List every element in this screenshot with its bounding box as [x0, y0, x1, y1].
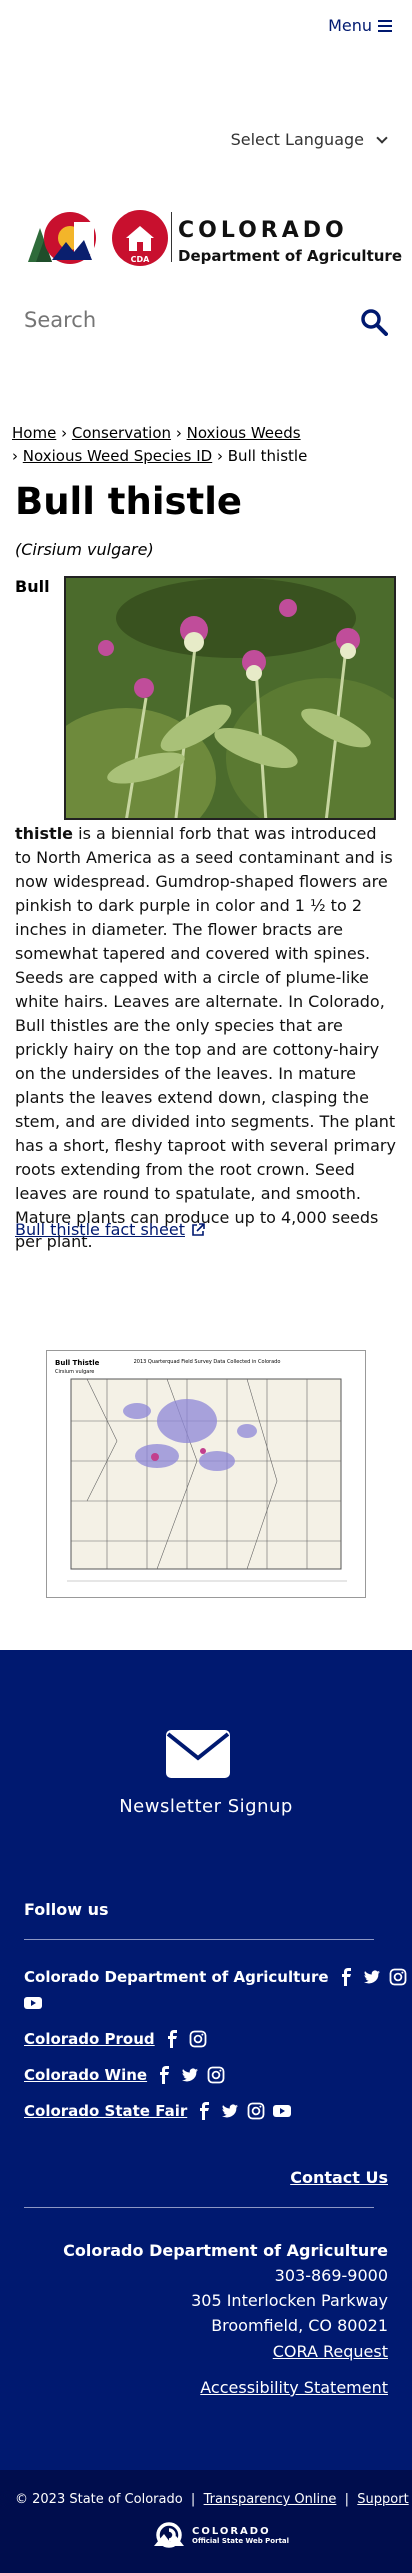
phone-number[interactable]: 303-869-9000	[63, 2263, 388, 2288]
legal-links: © 2023 State of Colorado | Transparency …	[15, 2492, 409, 2507]
breadcrumb-current: Bull thistle	[227, 447, 308, 465]
breadcrumb-home[interactable]: Home	[12, 424, 56, 442]
instagram-icon[interactable]	[207, 2066, 225, 2084]
site-footer: Newsletter Signup Follow us Colorado Dep…	[0, 1650, 412, 2573]
youtube-icon[interactable]	[273, 2102, 292, 2120]
cora-request-link[interactable]: CORA Request	[273, 2342, 388, 2361]
chevron-down-icon	[376, 131, 388, 144]
breadcrumb-species-id[interactable]: Noxious Weed Species ID	[23, 447, 212, 465]
article-body-text: is a biennial forb that was introduced t…	[15, 824, 396, 1251]
instagram-icon[interactable]	[389, 1968, 407, 1986]
instagram-icon[interactable]	[247, 2102, 265, 2120]
fact-sheet-label: Bull thistle fact sheet	[15, 1220, 185, 1239]
logo-badge: CDA	[131, 255, 151, 264]
external-link-icon	[192, 1222, 205, 1236]
breadcrumb-conservation[interactable]: Conservation	[72, 424, 171, 442]
lead-bold-word: Bull	[15, 577, 50, 596]
logo-subtitle: Department of Agriculture	[178, 247, 402, 265]
breadcrumb-separator: ›	[175, 424, 182, 442]
bull-thistle-photo	[64, 576, 396, 820]
twitter-icon[interactable]	[221, 2102, 239, 2120]
fact-sheet-link[interactable]: Bull thistle fact sheet	[15, 1220, 205, 1239]
facebook-icon[interactable]	[155, 2066, 173, 2084]
menu-label: Menu	[328, 16, 372, 35]
social-group-colorado-proud: Colorado Proud	[24, 2030, 207, 2048]
menu-button[interactable]: Menu	[328, 16, 392, 35]
language-bar: Select Language	[0, 52, 412, 170]
hamburger-icon	[378, 17, 392, 35]
transparency-online-link[interactable]: Transparency Online	[204, 2492, 337, 2507]
search-icon[interactable]	[360, 308, 388, 340]
support-link[interactable]: Support	[357, 2492, 408, 2507]
map-header: 2013 Quarterquad Field Survey Data Colle…	[134, 1359, 281, 1365]
follow-us-heading: Follow us	[24, 1900, 109, 1919]
accessibility-statement-link[interactable]: Accessibility Statement	[200, 2378, 388, 2397]
colorado-c-logo-icon: CDA	[28, 210, 172, 266]
copyright-text: © 2023 State of Colorado	[15, 2492, 183, 2507]
envelope-icon[interactable]	[166, 1730, 230, 1782]
logo-title: COLORADO	[178, 218, 348, 243]
social-group-link[interactable]: Colorado Wine	[24, 2066, 147, 2084]
facebook-icon[interactable]	[195, 2102, 213, 2120]
facebook-icon[interactable]	[163, 2030, 181, 2048]
map-title: Bull Thistle	[55, 1359, 100, 1367]
search-bar	[24, 308, 400, 348]
divider	[24, 1939, 374, 1940]
social-group-link[interactable]: Colorado State Fair	[24, 2102, 187, 2120]
breadcrumb-separator: ›	[216, 447, 223, 465]
page-title: Bull thistle	[15, 480, 242, 523]
twitter-icon[interactable]	[181, 2066, 199, 2084]
social-group-label: Colorado Department of Agriculture	[24, 1968, 329, 1986]
social-group-colorado-wine: Colorado Wine	[24, 2066, 225, 2084]
address-block: Colorado Department of Agriculture 303-8…	[63, 2238, 388, 2338]
divider	[24, 2207, 374, 2208]
social-group-state-fair: Colorado State Fair	[24, 2102, 292, 2120]
breadcrumb-separator: ›	[61, 424, 68, 442]
cda-logo[interactable]: CDA	[26, 206, 172, 272]
social-group-cda: Colorado Department of Agriculture	[24, 1968, 407, 1986]
youtube-icon[interactable]	[24, 1994, 42, 2012]
map-subtitle: Cirsium vulgare	[55, 1369, 94, 1375]
article-body: thistle is a biennial forb that was intr…	[15, 822, 397, 1254]
contact-us-link[interactable]: Contact Us	[290, 2168, 388, 2187]
state-logo-subtitle: Official State Web Portal	[192, 2536, 290, 2545]
language-select[interactable]: Select Language	[230, 130, 388, 149]
footer-bottom-bar: © 2023 State of Colorado | Transparency …	[0, 2470, 412, 2573]
scientific-name: (Cirsium vulgare)	[15, 540, 154, 559]
breadcrumb-separator: ›	[12, 447, 18, 465]
language-label: Select Language	[230, 130, 364, 149]
instagram-icon[interactable]	[189, 2030, 207, 2048]
distribution-map[interactable]: Bull Thistle Cirsium vulgare 2013 Quarte…	[46, 1350, 366, 1598]
social-group-cda-row2	[24, 1994, 42, 2012]
top-bar: Menu	[0, 0, 412, 52]
facebook-icon[interactable]	[337, 1968, 355, 1986]
search-input[interactable]	[24, 308, 324, 332]
twitter-icon[interactable]	[363, 1968, 381, 1986]
lead-bold-word: thistle	[15, 824, 74, 843]
state-logo-title: COLORADO	[192, 2525, 271, 2537]
breadcrumb-noxious-weeds[interactable]: Noxious Weeds	[187, 424, 301, 442]
logo-text[interactable]: COLORADO Department of Agriculture	[178, 218, 402, 265]
colorado-c-logo-icon	[154, 2522, 184, 2548]
address-line-1: 305 Interlocken Parkway	[191, 2291, 388, 2310]
breadcrumb: Home › Conservation › Noxious Weeds › No…	[12, 422, 402, 468]
org-name: Colorado Department of Agriculture	[63, 2241, 388, 2260]
state-portal-logo[interactable]: COLORADO Official State Web Portal	[152, 2522, 289, 2548]
newsletter-signup-link[interactable]: Newsletter Signup	[0, 1796, 412, 1817]
social-group-link[interactable]: Colorado Proud	[24, 2030, 155, 2048]
address-line-2: Broomfield, CO 80021	[211, 2316, 388, 2335]
